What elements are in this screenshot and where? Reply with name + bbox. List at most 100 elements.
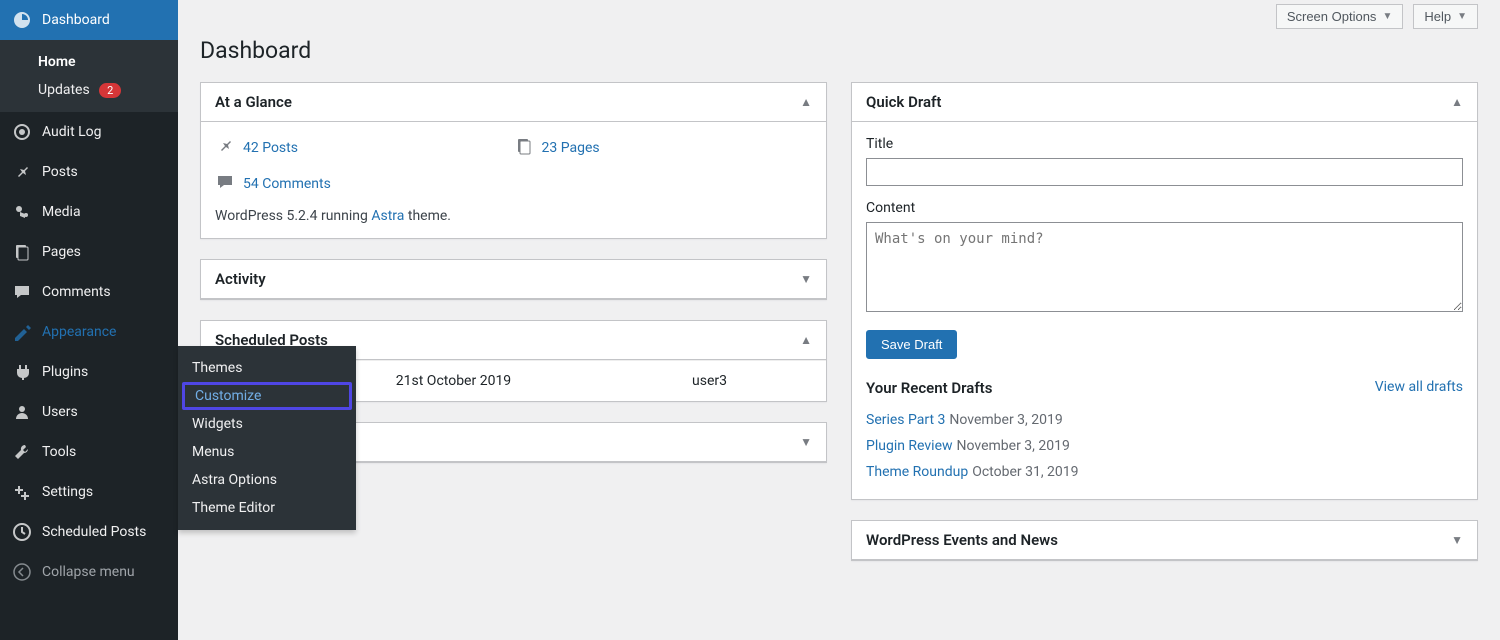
sidebar-item-pages[interactable]: Pages [0,232,178,272]
updates-badge: 2 [99,83,121,98]
pages-icon [12,242,32,262]
sidebar-label: Settings [42,484,93,500]
sidebar-label: Users [42,404,78,420]
flyout-item-widgets[interactable]: Widgets [178,410,356,438]
sidebar-label: Updates [38,82,90,98]
topbar: Screen Options ▼ Help ▼ [200,0,1478,29]
sidebar-label: Media [42,204,81,220]
chevron-down-icon: ▼ [1457,11,1467,22]
flyout-item-astra-options[interactable]: Astra Options [178,466,356,494]
sidebar-label: Collapse menu [42,564,135,580]
sidebar-item-media[interactable]: Media [0,192,178,232]
flyout-item-customize[interactable]: Customize [182,382,352,410]
page-title: Dashboard [200,37,1478,64]
sidebar-label: Comments [42,284,111,300]
sidebar-item-comments[interactable]: Comments [0,272,178,312]
appearance-flyout: Themes Customize Widgets Menus Astra Opt… [178,346,356,530]
box-header[interactable]: WordPress Events and News ▼ [852,521,1477,560]
flyout-item-menus[interactable]: Menus [178,438,356,466]
toggle-icon[interactable]: ▼ [1451,533,1463,547]
box-title: Activity [215,270,266,288]
audit-log-icon [12,122,32,142]
events-news-box: WordPress Events and News ▼ [851,520,1478,561]
admin-sidebar: Dashboard Home Updates 2 Audit Log Posts… [0,0,178,640]
content-label: Content [866,200,1463,216]
activity-box: Activity ▼ [200,259,827,300]
sidebar-subitem-home[interactable]: Home [0,48,178,76]
save-draft-button[interactable]: Save Draft [866,330,957,359]
sidebar-item-tools[interactable]: Tools [0,432,178,472]
sidebar-label: Plugins [42,364,88,380]
users-icon [12,402,32,422]
at-a-glance-box: At a Glance ▲ 42 Posts 23 Pages [200,82,827,239]
draft-link[interactable]: Series Part 3 [866,412,945,428]
dashboard-icon [12,10,32,30]
glance-posts-link[interactable]: 42 Posts [243,140,298,156]
sidebar-label: Audit Log [42,124,102,140]
sidebar-item-dashboard[interactable]: Dashboard [0,0,178,40]
glance-posts: 42 Posts [215,136,514,160]
title-label: Title [866,136,1463,152]
tools-icon [12,442,32,462]
sidebar-label: Appearance [42,324,116,340]
sidebar-item-users[interactable]: Users [0,392,178,432]
draft-content-input[interactable] [866,222,1463,312]
draft-title-input[interactable] [866,158,1463,186]
pages-icon [514,136,534,160]
box-title: Quick Draft [866,93,941,111]
glance-pages: 23 Pages [514,136,813,160]
sidebar-item-posts[interactable]: Posts [0,152,178,192]
flyout-item-theme-editor[interactable]: Theme Editor [178,494,356,522]
appearance-icon [12,322,32,342]
main-content: Screen Options ▼ Help ▼ Dashboard At a G… [178,0,1500,583]
draft-date: October 31, 2019 [972,464,1078,480]
comments-icon [215,172,235,196]
settings-icon [12,482,32,502]
sidebar-item-settings[interactable]: Settings [0,472,178,512]
draft-link[interactable]: Plugin Review [866,438,953,454]
sidebar-subitem-updates[interactable]: Updates 2 [0,76,178,104]
draft-list-item: Plugin ReviewNovember 3, 2019 [866,433,1463,459]
right-column: Quick Draft ▲ Title Content Save Draft Y… [851,82,1478,561]
comments-icon [12,282,32,302]
sidebar-label: Dashboard [42,12,110,28]
clock-icon [12,522,32,542]
sidebar-item-plugins[interactable]: Plugins [0,352,178,392]
button-label: Help [1424,9,1451,24]
toggle-icon[interactable]: ▼ [800,272,812,286]
glance-footer: WordPress 5.2.4 running Astra theme. [215,208,812,224]
box-header[interactable]: At a Glance ▲ [201,83,826,122]
toggle-icon[interactable]: ▲ [1451,95,1463,109]
media-icon [12,202,32,222]
glance-comments-link[interactable]: 54 Comments [243,176,331,192]
draft-list-item: Theme RoundupOctober 31, 2019 [866,459,1463,485]
toggle-icon[interactable]: ▲ [800,333,812,347]
sidebar-label: Tools [42,444,76,460]
sidebar-item-audit-log[interactable]: Audit Log [0,112,178,152]
glance-pages-link[interactable]: 23 Pages [542,140,600,156]
toggle-icon[interactable]: ▲ [800,95,812,109]
screen-options-button[interactable]: Screen Options ▼ [1276,4,1404,29]
box-header[interactable]: Quick Draft ▲ [852,83,1477,122]
flyout-item-themes[interactable]: Themes [178,354,356,382]
help-button[interactable]: Help ▼ [1413,4,1478,29]
draft-link[interactable]: Theme Roundup [866,464,968,480]
plugins-icon [12,362,32,382]
view-all-drafts-link[interactable]: View all drafts [1375,379,1463,397]
glance-comments: 54 Comments [215,172,514,196]
draft-date: November 3, 2019 [949,412,1062,428]
sidebar-item-collapse[interactable]: Collapse menu [0,552,178,592]
box-header[interactable]: Activity ▼ [201,260,826,299]
button-label: Screen Options [1287,9,1377,24]
toggle-icon[interactable]: ▼ [800,435,812,449]
collapse-icon [12,562,32,582]
theme-link[interactable]: Astra [371,208,404,224]
recent-drafts-title: Your Recent Drafts [866,379,992,397]
quick-draft-box: Quick Draft ▲ Title Content Save Draft Y… [851,82,1478,500]
sidebar-label: Pages [42,244,81,260]
sidebar-item-appearance[interactable]: Appearance [0,312,178,352]
pin-icon [215,136,235,160]
dashboard-submenu: Home Updates 2 [0,40,178,112]
sidebar-item-scheduled-posts[interactable]: Scheduled Posts [0,512,178,552]
sidebar-label: Posts [42,164,78,180]
